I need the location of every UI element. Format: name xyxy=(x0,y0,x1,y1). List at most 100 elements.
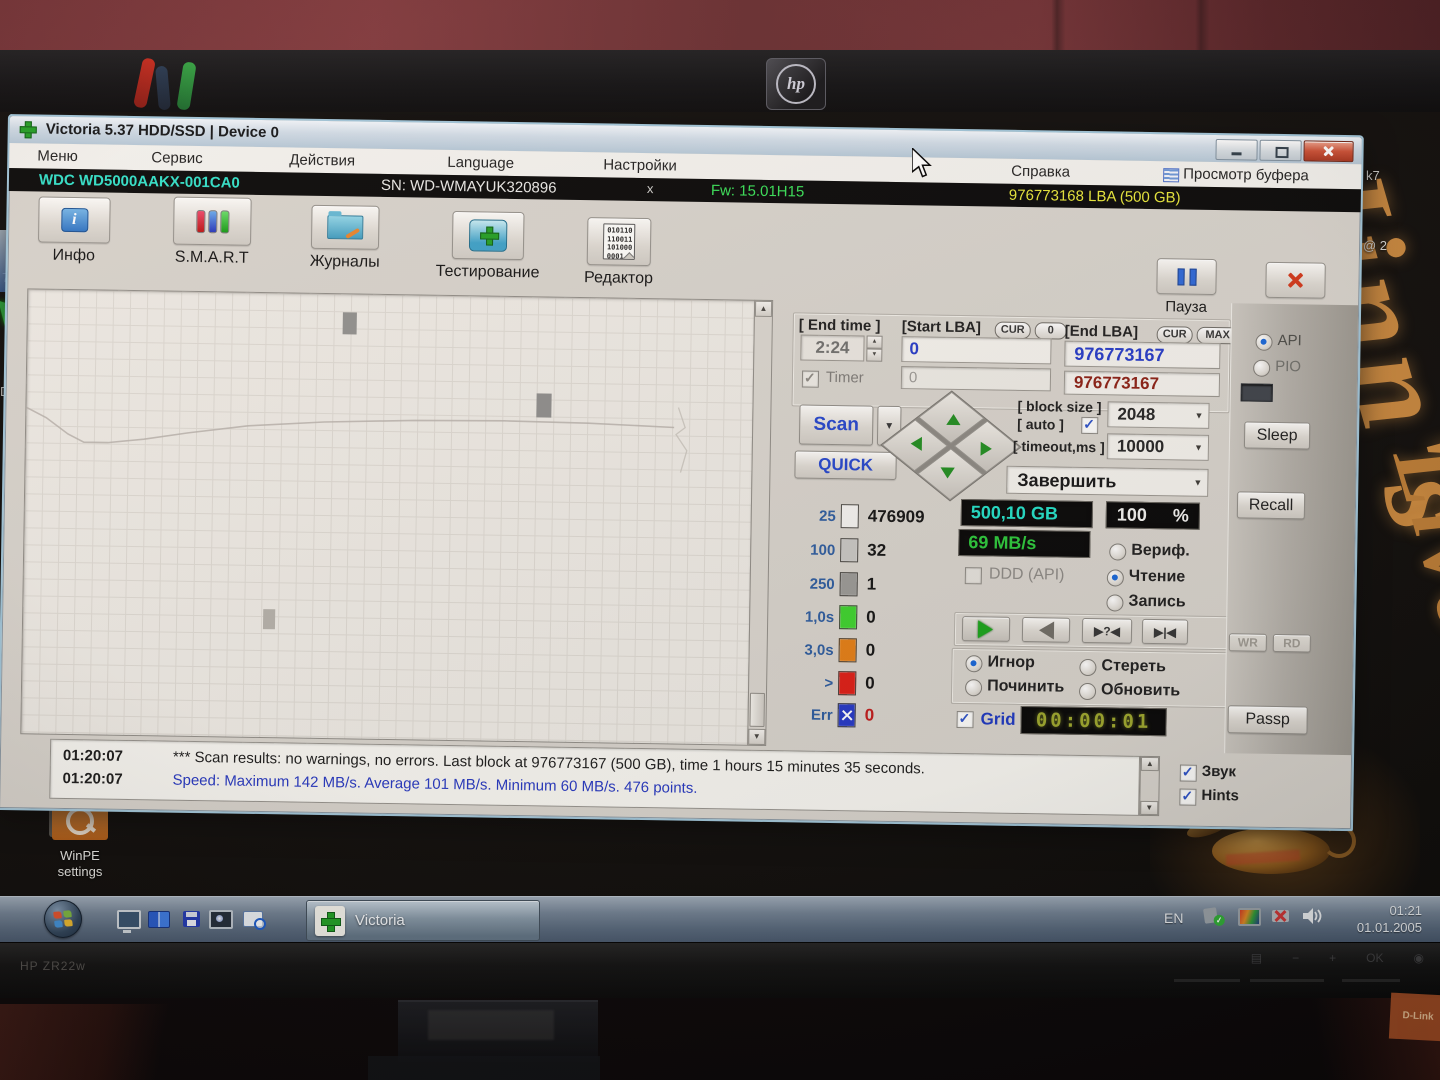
log-time: 01:20:07 xyxy=(62,770,122,788)
scroll-down-button[interactable]: ▼ xyxy=(748,729,765,745)
start-button[interactable] xyxy=(44,900,82,938)
stat-row-25: 25 476909 xyxy=(786,502,976,531)
block-size-select[interactable]: 2048 xyxy=(1107,401,1209,429)
end-time-field[interactable]: 2:24 xyxy=(800,334,864,361)
stat-swatch xyxy=(840,538,858,562)
menu-item-settings[interactable]: Настройки xyxy=(603,156,677,174)
verify-radio[interactable] xyxy=(1109,543,1126,560)
finish-action-select[interactable]: Завершить xyxy=(1006,466,1208,497)
wr-button[interactable]: WR xyxy=(1229,633,1267,652)
log-scrollbar[interactable]: ▲ ▼ xyxy=(1139,756,1160,816)
play-button[interactable] xyxy=(962,616,1010,642)
quicklaunch-explorer-icon[interactable] xyxy=(146,905,172,933)
start-cur-button[interactable]: CUR xyxy=(995,322,1031,340)
graph-block xyxy=(343,312,357,334)
menu-item-menu[interactable]: Меню xyxy=(37,147,78,165)
menu-item-buffer-view[interactable]: Просмотр буфера xyxy=(1183,165,1309,184)
recall-button[interactable]: Recall xyxy=(1237,491,1305,519)
device-strip-close[interactable]: x xyxy=(647,181,654,196)
stat-swatch xyxy=(840,572,858,596)
hints-checkbox[interactable] xyxy=(1179,788,1196,805)
victoria-task-button[interactable]: Victoria xyxy=(306,900,540,941)
end-cur-button[interactable]: CUR xyxy=(1157,326,1193,344)
winpe-settings-label-1: WinPE xyxy=(30,848,130,863)
testing-button[interactable]: Тестирование xyxy=(411,210,564,282)
skip-error-button[interactable]: ▶?◀ xyxy=(1082,618,1132,644)
clock-time: 01:21 xyxy=(1312,902,1422,919)
ddd-checkbox[interactable] xyxy=(965,567,982,584)
quick-button[interactable]: QUICK xyxy=(794,450,896,480)
read-radio[interactable] xyxy=(1107,569,1124,586)
victoria-window: Victoria 5.37 HDD/SSD | Device 0 Меню Се… xyxy=(0,114,1364,831)
editor-button[interactable]: 010110110011 1010000001 Редактор xyxy=(553,217,684,289)
monitor-model-label: HP ZR22w xyxy=(20,959,86,973)
timer-checkbox[interactable] xyxy=(802,371,819,388)
smart-button[interactable]: S.M.A.R.T xyxy=(142,196,283,268)
scroll-thumb[interactable] xyxy=(749,693,765,727)
hp-logo: hp xyxy=(766,58,826,110)
quicklaunch-desktop-icon[interactable] xyxy=(116,905,142,933)
minimize-button[interactable] xyxy=(1215,139,1257,161)
pause-button[interactable]: Пауза xyxy=(1131,258,1242,317)
info-button[interactable]: i Инфо xyxy=(10,196,139,266)
sound-checkbox[interactable] xyxy=(1180,764,1197,781)
menu-item-actions[interactable]: Действия xyxy=(289,151,355,169)
menu-item-help[interactable]: Справка xyxy=(1011,163,1070,181)
end-lba-field[interactable]: 976773167 xyxy=(1064,341,1220,369)
pio-label: PIO xyxy=(1275,358,1301,375)
log-time: 01:20:07 xyxy=(63,747,123,765)
monitor-bezel-bottom: HP ZR22w ▤ − + OK ◉ xyxy=(0,942,1440,999)
repair-label: Починить xyxy=(987,677,1064,696)
passp-button[interactable]: Passp xyxy=(1227,705,1307,734)
timeout-select[interactable]: 10000 xyxy=(1107,433,1209,461)
tray-clock[interactable]: 01:21 01.01.2005 xyxy=(1312,902,1422,936)
mouse-cursor xyxy=(912,148,933,178)
graph-block xyxy=(263,609,275,629)
tray-safe-remove-icon[interactable] xyxy=(1272,910,1289,922)
erase-radio[interactable] xyxy=(1079,659,1096,676)
api-radio[interactable] xyxy=(1255,334,1272,351)
pio-radio[interactable] xyxy=(1253,360,1270,377)
log-panel: 01:20:07 *** Scan results: no warnings, … xyxy=(49,739,1140,816)
auto-label: [ auto ] xyxy=(1017,416,1064,433)
victoria-task-icon xyxy=(315,906,345,936)
tray-display-icon[interactable] xyxy=(1238,908,1261,926)
skip-button[interactable]: ▶|◀ xyxy=(1142,619,1188,645)
windows-logo-icon xyxy=(53,910,73,928)
quicklaunch-save-icon[interactable] xyxy=(178,905,204,933)
maximize-button[interactable] xyxy=(1259,140,1301,162)
window-title: Victoria 5.37 HDD/SSD | Device 0 xyxy=(46,121,279,142)
journals-button[interactable]: Журналы xyxy=(280,204,411,272)
log-scroll-up-button[interactable]: ▲ xyxy=(1141,757,1159,771)
start-lba-field[interactable]: 0 xyxy=(901,336,1051,364)
refresh-label: Обновить xyxy=(1101,681,1180,700)
sleep-button[interactable]: Sleep xyxy=(1244,421,1310,449)
start-zero-button[interactable]: 0 xyxy=(1035,322,1067,340)
menu-item-language[interactable]: Language xyxy=(447,154,514,172)
victoria-task-label: Victoria xyxy=(355,912,405,929)
scan-button[interactable]: Scan xyxy=(799,404,874,445)
close-button[interactable] xyxy=(1303,140,1353,162)
timer-label: Timer xyxy=(826,369,864,387)
log-scroll-down-button[interactable]: ▼ xyxy=(1140,801,1158,815)
rd-button[interactable]: RD xyxy=(1273,634,1311,653)
activity-indicator xyxy=(1241,383,1273,402)
auto-checkbox[interactable] xyxy=(1081,417,1098,434)
clock-date: 01.01.2005 xyxy=(1312,919,1422,936)
quicklaunch-media-icon[interactable] xyxy=(208,905,234,933)
grid-checkbox[interactable] xyxy=(956,711,973,728)
end-lba-field-2[interactable]: 976773167 xyxy=(1064,371,1220,397)
menu-item-service[interactable]: Сервис xyxy=(151,149,203,167)
api-label: API xyxy=(1277,332,1301,349)
device-firmware: Fw: 15.01H15 xyxy=(711,182,805,200)
stat-swatch xyxy=(841,504,859,528)
start-lba-field-2[interactable]: 0 xyxy=(901,366,1051,391)
quicklaunch-search-icon[interactable] xyxy=(240,905,266,933)
tray-usb-icon[interactable] xyxy=(1204,908,1217,923)
end-time-spinner[interactable]: ▲▼ xyxy=(866,336,882,362)
scroll-up-button[interactable]: ▲ xyxy=(755,301,772,317)
language-indicator[interactable]: EN xyxy=(1164,910,1183,926)
log-row: 01:20:07 *** Scan results: no warnings, … xyxy=(51,747,1139,764)
step-back-button[interactable] xyxy=(1022,617,1070,643)
write-radio[interactable] xyxy=(1106,594,1123,611)
